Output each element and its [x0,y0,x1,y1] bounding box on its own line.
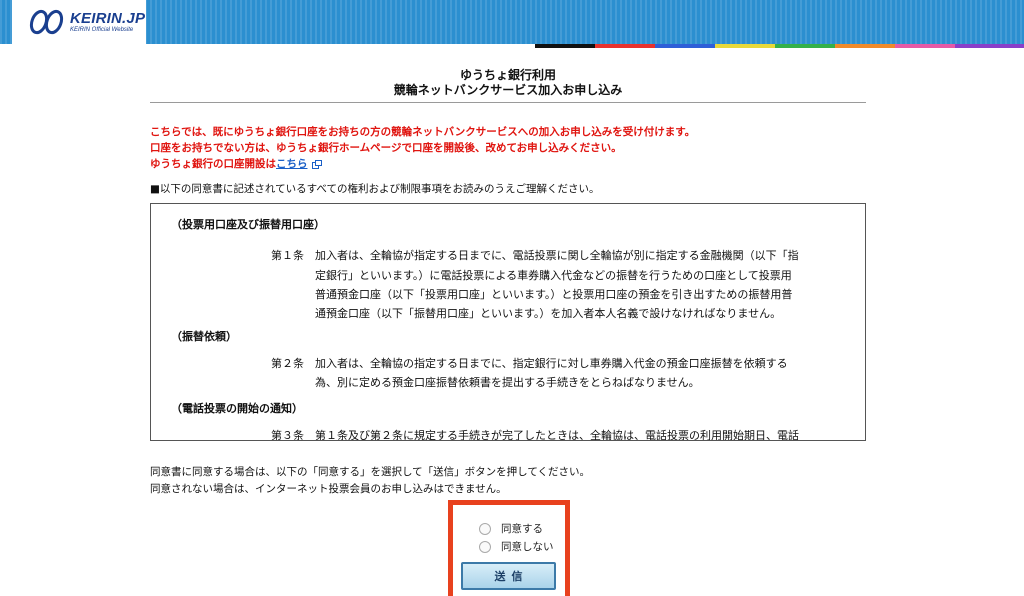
strip-segment [775,44,835,48]
consent-form-highlight: 同意する 同意しない 送信 [448,500,570,596]
terms-scroll-box[interactable]: （投票用口座及び振替用口座） 第１条 加入者は、全輪協が指定する日までに、電話投… [150,203,866,441]
article-1-label: 第１条 [271,249,304,262]
article-3-label: 第３条 [271,429,304,441]
terms-heading-3: （電話投票の開始の通知） [171,402,303,415]
title-divider [150,102,866,103]
article-2-label: 第２条 [271,357,304,370]
disagree-radio-option[interactable]: 同意しない [479,539,554,554]
article-1-line: 通預金口座（以下「振替用口座」といいます。）を加入者本人名義で設けなければなりま… [315,307,782,320]
agree-radio-label: 同意する [501,523,543,535]
agree-radio-option[interactable]: 同意する [479,521,543,536]
disagree-radio-label: 同意しない [501,541,554,553]
notice-line1: こちらでは、既にゆうちょ銀行口座をお持ちの方の競輪ネットバンクサービスへの加入お… [150,126,696,138]
article-2-line: 為、別に定める預金口座振替依頼書を提出する手続きをとらねばなりません。 [315,376,700,389]
strip-segment [475,44,535,48]
strip-segment [595,44,655,48]
submit-button[interactable]: 送信 [461,562,556,590]
notice-line2: 口座をお持ちでない方は、ゆうちょ銀行ホームページで口座を開設後、改めてお申し込み… [150,142,622,154]
logo-text: KEIRIN.JP [70,10,146,27]
strip-segment [715,44,775,48]
agree-instruction-line1: 同意書に同意する場合は、以下の「同意する」を選択して「送信」ボタンを押してくださ… [150,466,591,478]
terms-heading-1: （投票用口座及び振替用口座） [171,218,325,231]
article-3-line: 第１条及び第２条に規定する手続きが完了したときは、全輪協は、電話投票の利用開始期… [315,429,799,441]
keirin-logo[interactable]: KEIRIN.JP KEIRIN Official Website [12,0,146,44]
article-1-line: 定銀行」といいます。）に電話投票による車券購入代金などの振替を行うための口座とし… [315,269,792,282]
intro-text: ■以下の同意書に記述されているすべての権利および制限事項をお読みのうえご理解くだ… [150,183,600,195]
strip-segment [955,44,1024,48]
site-header: KEIRIN.JP KEIRIN Official Website [0,0,1024,44]
strip-segment [895,44,955,48]
strip-segment [655,44,715,48]
article-1-line: 加入者は、全輪協が指定する日までに、電話投票に関し全輪協が別に指定する金融機関（… [315,249,799,262]
notice-line3: ゆうちょ銀行の口座開設はこちら [150,156,322,171]
page-title-line2: 競輪ネットバンクサービス加入お申し込み [393,83,623,97]
logo-rings-icon [29,9,64,35]
account-open-link[interactable]: こちら [276,158,308,170]
article-2-line: 加入者は、全輪協の指定する日までに、指定銀行に対し車券購入代金の預金口座振替を依… [315,357,788,370]
agree-instruction-line2: 同意されない場合は、インターネット投票会員のお申し込みはできません。 [150,483,507,495]
agree-radio[interactable] [479,522,491,535]
external-link-icon [311,159,322,169]
logo-subtext: KEIRIN Official Website [70,27,134,33]
notice-line3-prefix: ゆうちょ銀行の口座開設は [150,158,276,170]
strip-segment [835,44,895,48]
terms-heading-2: （振替依頼） [171,330,237,343]
disagree-radio[interactable] [479,540,491,553]
article-1-line: 普通預金口座（以下「投票用口座」といいます。）と投票用口座の預金を引き出すための… [315,288,793,301]
strip-segment [535,44,595,48]
